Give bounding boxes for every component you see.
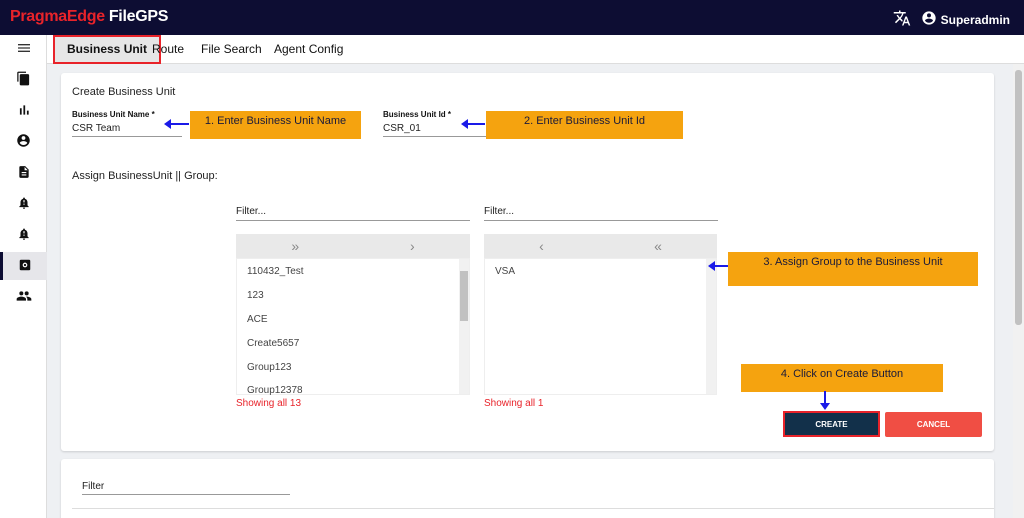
sidebar-item-reports[interactable] — [0, 97, 47, 125]
brand-name-pragmaedge: PragmaEdge — [10, 8, 105, 25]
callout-step-2: 2. Enter Business Unit Id — [486, 111, 683, 139]
business-unit-name-label: Business Unit Name * — [72, 110, 155, 119]
list-item[interactable]: Create5657 — [247, 338, 299, 349]
top-app-bar: PragmaEdge FileGPS Superadmin — [0, 0, 1024, 35]
users-icon — [16, 288, 32, 307]
account-circle-icon — [921, 10, 937, 29]
list-filter-input[interactable]: Filter — [82, 481, 104, 492]
cancel-button[interactable]: CANCEL — [885, 412, 982, 437]
move-all-right-button[interactable]: » — [291, 238, 299, 254]
callout-step-3: 3. Assign Group to the Business Unit — [728, 252, 978, 286]
list-item[interactable]: 110432_Test — [247, 266, 304, 277]
sidebar-item-documents[interactable] — [0, 66, 47, 94]
move-left-button[interactable]: ‹ — [539, 238, 544, 254]
callout-step-1: 1. Enter Business Unit Name — [190, 111, 361, 139]
bar-chart-icon — [17, 103, 31, 120]
alert-bell-icon — [17, 227, 31, 244]
table-divider — [72, 508, 994, 509]
list-filter-underline — [82, 494, 290, 495]
sidebar-item-notifications[interactable] — [0, 221, 47, 249]
file-icon — [17, 165, 31, 182]
tab-route[interactable]: Route — [152, 35, 184, 64]
menu-icon — [16, 40, 32, 59]
left-list-header: » › — [236, 234, 470, 258]
right-filter-input[interactable]: Filter... — [484, 206, 514, 217]
top-right-actions: Superadmin — [893, 9, 1010, 30]
callout-step-4: 4. Click on Create Button — [741, 364, 943, 392]
left-showing-count: Showing all 13 — [236, 398, 302, 409]
left-filter-input[interactable]: Filter... — [236, 206, 266, 217]
right-list-header: ‹ « — [484, 234, 717, 258]
account-circle-icon — [16, 133, 31, 151]
alert-bell-icon — [17, 196, 31, 213]
business-unit-id-underline — [383, 136, 493, 137]
documents-icon — [16, 71, 31, 89]
sidebar-item-alerts[interactable] — [0, 190, 47, 218]
page-scroll-thumb[interactable] — [1015, 70, 1022, 325]
form-title: Create Business Unit — [72, 86, 176, 98]
left-filter-underline — [236, 220, 470, 221]
sidebar — [0, 35, 47, 518]
tab-agent-config[interactable]: Agent Config — [274, 35, 343, 64]
move-all-left-button[interactable]: « — [654, 238, 662, 254]
sidebar-item-business-unit[interactable] — [0, 252, 47, 280]
business-unit-icon — [18, 258, 32, 275]
list-item[interactable]: Group12378 — [247, 385, 303, 396]
list-item[interactable]: ACE — [247, 314, 268, 325]
business-unit-list-card — [61, 459, 994, 518]
list-item[interactable]: VSA — [495, 266, 515, 277]
business-unit-name-underline — [72, 136, 182, 137]
list-item[interactable]: Group123 — [247, 362, 291, 373]
arrow-icon — [708, 261, 728, 271]
available-groups-list: 110432_Test 123 ACE Create5657 Group123 … — [236, 258, 470, 396]
move-right-button[interactable]: › — [410, 238, 415, 254]
create-button[interactable]: CREATE — [783, 411, 880, 437]
arrow-down-icon — [820, 391, 830, 410]
arrow-icon — [164, 119, 189, 129]
tab-bar: Business Unit Route File Search Agent Co… — [47, 35, 1024, 64]
user-name: Superadmin — [940, 12, 1010, 27]
tab-file-search[interactable]: File Search — [201, 35, 262, 64]
business-unit-id-label: Business Unit Id * — [383, 110, 452, 119]
sidebar-item-menu[interactable] — [0, 35, 47, 63]
left-list-scroll-thumb[interactable] — [460, 271, 468, 321]
right-showing-count: Showing all 1 — [484, 398, 544, 409]
sidebar-item-account[interactable] — [0, 128, 47, 156]
translate-icon[interactable] — [893, 9, 911, 30]
brand-name-filegps: FileGPS — [108, 8, 169, 25]
right-filter-underline — [484, 220, 718, 221]
sidebar-item-files[interactable] — [0, 159, 47, 187]
right-list-scrollbar[interactable] — [706, 259, 716, 394]
tab-business-unit[interactable]: Business Unit — [53, 35, 162, 64]
assign-group-label: Assign BusinessUnit || Group: — [72, 170, 218, 182]
user-menu[interactable]: Superadmin — [921, 10, 1010, 29]
sidebar-item-users[interactable] — [0, 283, 47, 311]
assigned-groups-list: VSA — [484, 258, 717, 395]
brand-logo[interactable]: PragmaEdge FileGPS — [10, 8, 168, 26]
arrow-icon — [461, 119, 485, 129]
list-item[interactable]: 123 — [247, 290, 264, 301]
